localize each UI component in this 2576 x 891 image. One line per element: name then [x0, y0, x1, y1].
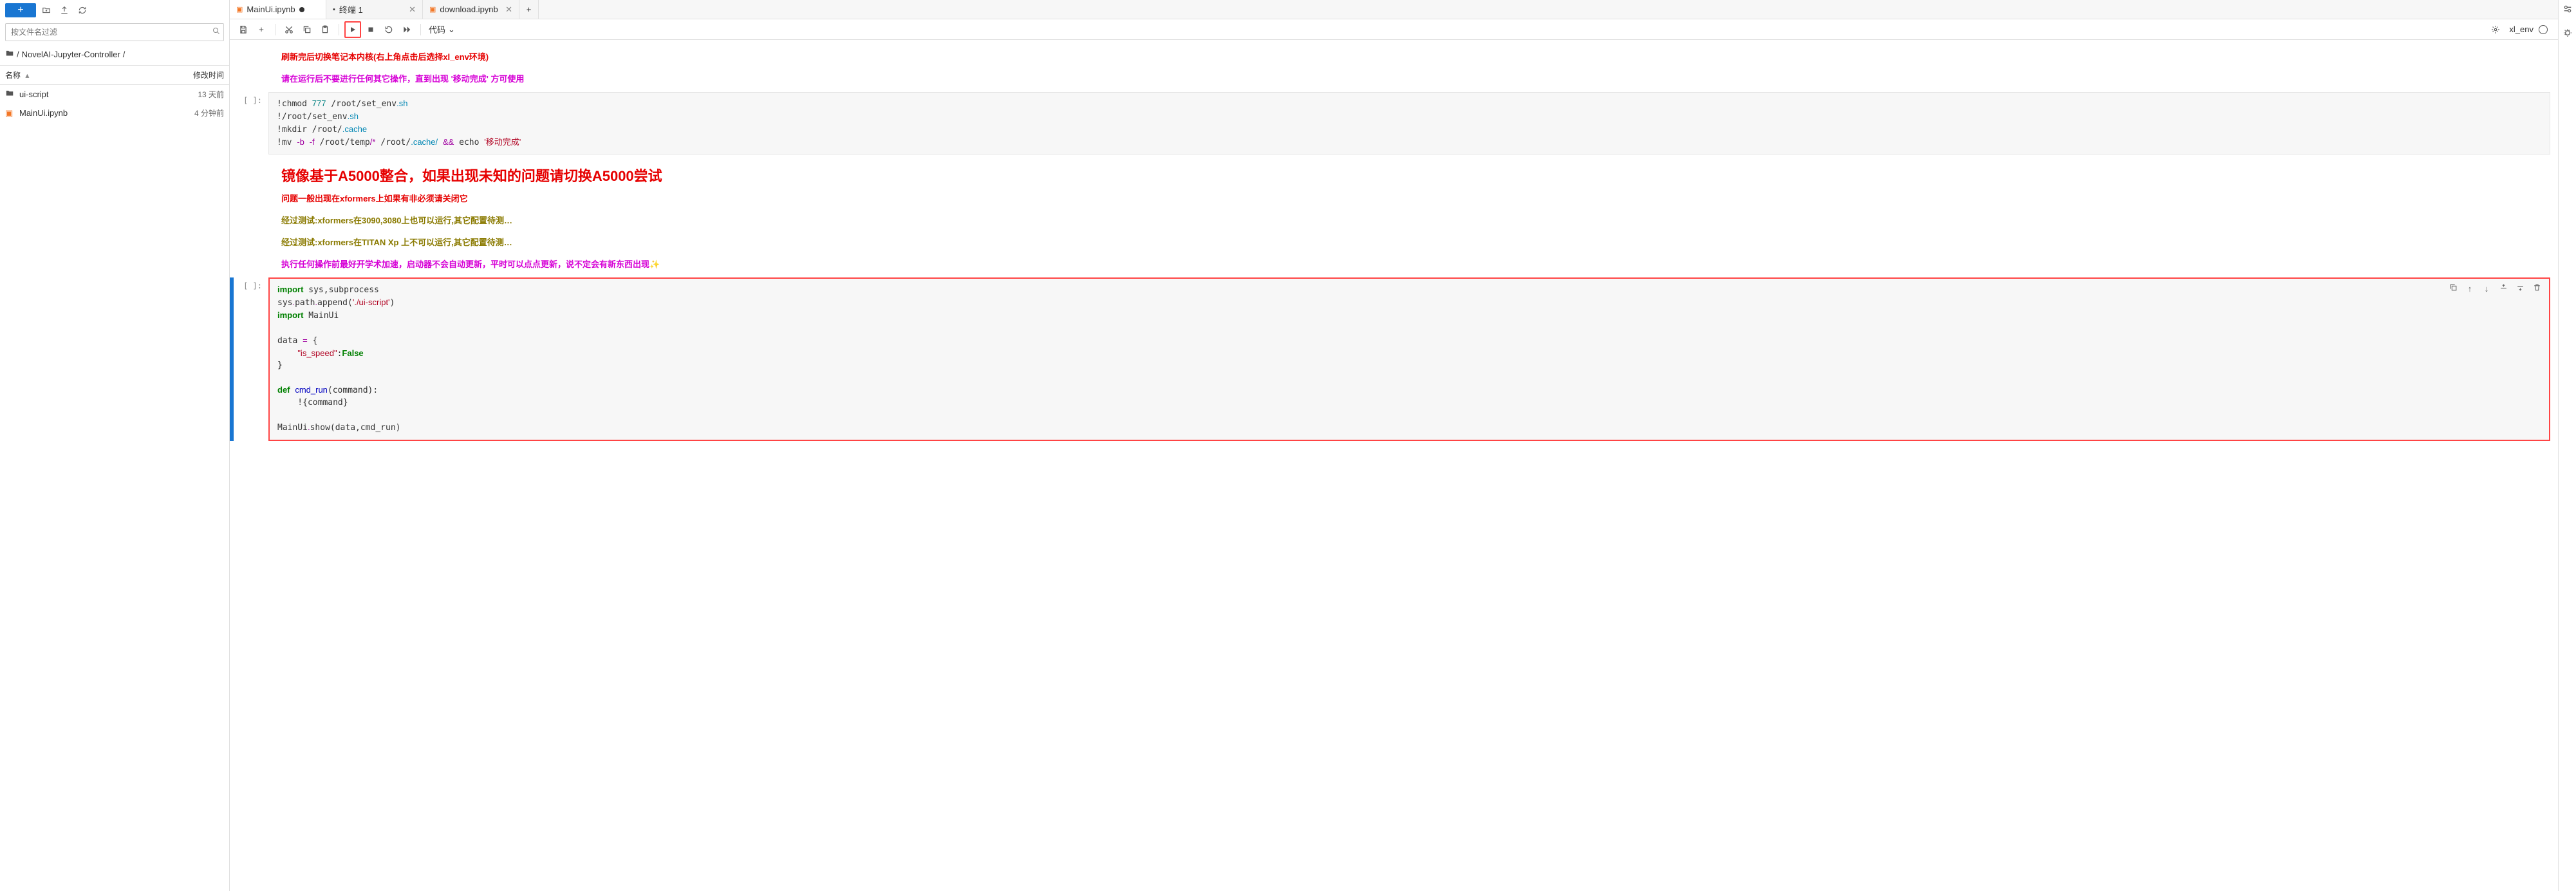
code-cell[interactable]: [ ]: ↑ ↓ import sys,subprocess sys.path.… [230, 277, 2550, 440]
move-down-button[interactable]: ↓ [2479, 281, 2494, 295]
file-list-header: 名称 ▴ 修改时间 [0, 66, 229, 85]
new-tab-button[interactable]: + [519, 0, 539, 19]
search-icon [212, 27, 220, 37]
tab[interactable]: ▣ MainUi.ipynb [230, 0, 326, 19]
md-text: 经过测试:xformers在TITAN Xp 上不可以运行,其它配置待测… [281, 236, 964, 248]
sparkle-icon: ✨ [649, 259, 660, 269]
insert-below-button[interactable] [2513, 281, 2527, 295]
delete-cell-button[interactable] [2530, 281, 2544, 295]
breadcrumb-sep: / [17, 50, 19, 59]
folder-icon [5, 89, 15, 100]
tab-label: MainUi.ipynb [247, 5, 295, 14]
notebook-body: 刷新完后切换笔记本内核(右上角点击后选择xl_env环境) 请在运行后不要进行任… [230, 40, 2558, 891]
paste-button[interactable] [317, 21, 333, 38]
code-input[interactable]: !chmod 777 /root/set_env.sh !/root/set_e… [268, 92, 2550, 155]
file-list: ui-script13 天前 ▣ MainUi.ipynb4 分钟前 [0, 85, 229, 891]
debugger-button[interactable] [2562, 28, 2573, 40]
file-name: ui-script [19, 89, 198, 99]
cell-prompt: [ ]: [234, 277, 268, 440]
tab[interactable]: ▪ 终端 1 ✕ [326, 0, 423, 19]
terminal-icon: ▪ [333, 6, 335, 14]
refresh-button[interactable] [75, 3, 90, 18]
md-heading: 镜像基于A5000整合，如果出现未知的问题请切换A5000尝试 [281, 165, 964, 185]
notebook-icon: ▣ [236, 5, 243, 14]
copy-button[interactable] [299, 21, 315, 38]
file-time: 4 分钟前 [194, 108, 224, 118]
md-text: 问题一般出现在xformers上如果有非必须请关闭它 [281, 192, 964, 204]
md-text: 请在运行后不要进行任何其它操作，直到出现 '移动完成' 方可使用 [281, 72, 964, 84]
new-folder-button[interactable] [39, 3, 54, 18]
insert-above-button[interactable] [2496, 281, 2510, 295]
close-icon[interactable]: ✕ [505, 5, 512, 15]
filter-wrap [0, 21, 229, 44]
run-button[interactable] [344, 21, 361, 38]
cell-prompt: [ ]: [234, 92, 268, 155]
tab-bar: ▣ MainUi.ipynb ▪ 终端 1 ✕ ▣ download.ipynb ✕ + [230, 0, 2558, 19]
sidebar-toolbar: + [0, 0, 229, 21]
close-icon[interactable]: ✕ [409, 5, 416, 15]
kernel-status-icon [2539, 25, 2548, 34]
move-up-button[interactable]: ↑ [2463, 281, 2477, 295]
restart-button[interactable] [380, 21, 397, 38]
sort-asc-icon: ▴ [25, 71, 29, 80]
right-rail [2558, 0, 2576, 891]
notebook-icon: ▣ [5, 108, 15, 118]
file-name: MainUi.ipynb [19, 108, 194, 118]
breadcrumb-sep: / [123, 50, 126, 59]
file-filter-input[interactable] [5, 23, 224, 41]
tab[interactable]: ▣ download.ipynb ✕ [423, 0, 519, 19]
code-input[interactable]: import sys,subprocess sys.path.append('.… [268, 277, 2550, 440]
cut-button[interactable] [281, 21, 297, 38]
kernel-gear-button[interactable] [2487, 21, 2504, 38]
md-text: 刷新完后切换笔记本内核(右上角点击后选择xl_env环境) [281, 50, 964, 62]
cell-type-select[interactable]: 代码 ⌄ [426, 22, 458, 37]
insert-cell-button[interactable]: + [253, 21, 270, 38]
tab-label: download.ipynb [440, 5, 498, 14]
tab-label: 终端 1 [339, 3, 363, 15]
upload-button[interactable] [57, 3, 72, 18]
folder-icon [5, 49, 14, 60]
file-row[interactable]: ▣ MainUi.ipynb4 分钟前 [0, 104, 229, 122]
md-text: 执行任何操作前最好开学术加速，启动器不会自动更新，平时可以点点更新，说不定会有新… [281, 258, 964, 270]
stop-button[interactable] [362, 21, 379, 38]
notebook-toolbar: + 代码 ⌄ xl_env [230, 19, 2558, 40]
property-inspector-button[interactable] [2562, 4, 2573, 16]
kernel-name[interactable]: xl_env [2509, 24, 2534, 34]
notebook-icon: ▣ [429, 5, 436, 14]
breadcrumb-item[interactable]: NovelAI-Jupyter-Controller [22, 50, 120, 59]
col-modified[interactable]: 修改时间 [193, 70, 224, 80]
col-name[interactable]: 名称 ▴ [5, 70, 193, 80]
code-cell[interactable]: [ ]: !chmod 777 /root/set_env.sh !/root/… [230, 92, 2550, 155]
new-launcher-button[interactable]: + [5, 3, 36, 17]
breadcrumb[interactable]: / NovelAI-Jupyter-Controller / [0, 44, 229, 66]
file-browser-sidebar: + / NovelAI-Jupyter-Controller / 名称 ▴ 修改… [0, 0, 230, 891]
dirty-indicator [299, 7, 304, 12]
file-row[interactable]: ui-script13 天前 [0, 85, 229, 104]
duplicate-cell-button[interactable] [2446, 281, 2460, 295]
cell-toolbar: ↑ ↓ [2446, 281, 2544, 295]
md-text: 经过测试:xformers在3090,3080上也可以运行,其它配置待测… [281, 214, 964, 226]
file-time: 13 天前 [198, 89, 224, 100]
main-area: ▣ MainUi.ipynb ▪ 终端 1 ✕ ▣ download.ipynb ✕ + + 代… [230, 0, 2558, 891]
run-all-button[interactable] [398, 21, 415, 38]
chevron-down-icon: ⌄ [448, 24, 455, 35]
save-button[interactable] [235, 21, 252, 38]
